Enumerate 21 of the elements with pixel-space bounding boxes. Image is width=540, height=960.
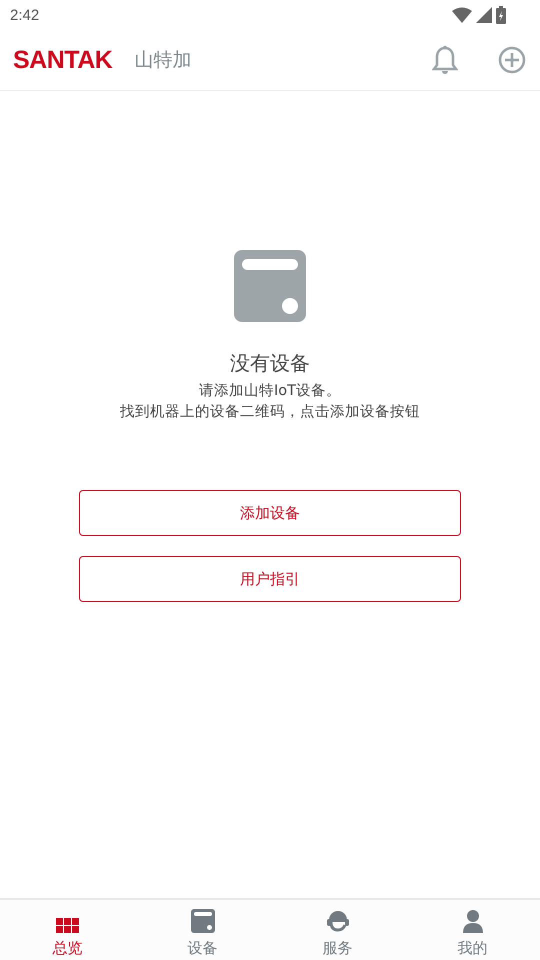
- app-title: 山特加: [134, 48, 192, 73]
- status-time: 2:42: [10, 6, 40, 24]
- device-icon: [234, 250, 306, 322]
- wifi-icon: [452, 7, 472, 23]
- user-guide-button[interactable]: 用户指引: [79, 556, 461, 602]
- empty-message: 找到机器上的设备二维码，点击添加设备按钮: [120, 402, 420, 422]
- notification-button[interactable]: [432, 45, 458, 75]
- device-icon: [190, 909, 214, 933]
- battery-icon: [496, 6, 506, 24]
- nav-tab[interactable]: 我的: [405, 900, 540, 960]
- nav-tab[interactable]: 设备: [135, 900, 270, 960]
- brand-logo: SANTAK: [13, 46, 112, 74]
- nav-tab[interactable]: 服务: [270, 900, 405, 960]
- signal-icon: [476, 7, 492, 23]
- empty-message: 请添加山特IoT设备。: [198, 382, 341, 401]
- add-button[interactable]: [498, 46, 526, 74]
- empty-title: 没有设备: [230, 350, 310, 377]
- nav-tab[interactable]: 总览: [0, 900, 135, 960]
- person-icon: [460, 909, 484, 933]
- grid-icon: [56, 918, 79, 933]
- add-device-button[interactable]: 添加设备: [79, 490, 461, 536]
